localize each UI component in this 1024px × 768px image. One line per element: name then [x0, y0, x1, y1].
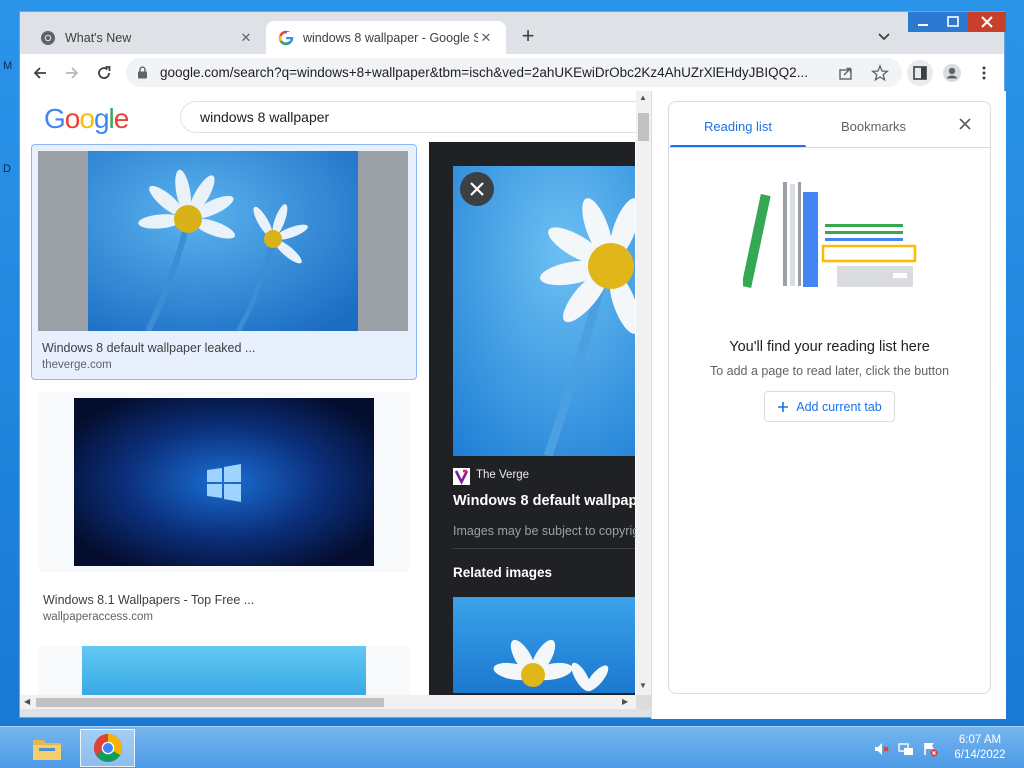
minimize-icon	[918, 24, 928, 26]
result-site[interactable]: wallpaperaccess.com	[43, 611, 153, 623]
desktop-icon-label[interactable]: D	[3, 163, 11, 175]
copyright-note: Images may be subject to copyright.	[453, 524, 651, 538]
star-icon[interactable]	[871, 64, 889, 82]
preview-source[interactable]: The Verge	[476, 469, 529, 481]
search-box[interactable]	[180, 101, 650, 133]
scrollbar-thumb[interactable]	[638, 113, 649, 141]
empty-state-heading: You'll find your reading list here	[729, 339, 930, 355]
google-header: Google	[20, 91, 650, 144]
side-panel: Reading list Bookmarks You'll find your …	[668, 101, 991, 694]
taskbar: 6:07 AM 6/14/2022	[0, 726, 1024, 768]
preview-image[interactable]	[453, 166, 635, 456]
profile-button[interactable]	[939, 60, 965, 86]
menu-button[interactable]	[971, 60, 997, 86]
plus-icon	[778, 401, 789, 412]
chrome-icon	[93, 734, 122, 762]
tab-google-search[interactable]: windows 8 wallpaper - Google Search ✕	[266, 21, 506, 54]
result-title[interactable]: Windows 8 default wallpaper leaked ...	[42, 341, 255, 355]
add-current-tab-label: Add current tab	[796, 399, 882, 414]
daisy-wallpaper-image	[88, 151, 358, 331]
vertical-scrollbar[interactable]: ▲ ▼	[636, 91, 651, 695]
action-center-icon[interactable]	[922, 741, 938, 757]
window-close-button[interactable]	[968, 12, 1006, 32]
result-thumbnail[interactable]	[74, 398, 374, 566]
image-result[interactable]	[39, 392, 409, 572]
scroll-up-icon[interactable]: ▲	[639, 93, 647, 102]
volume-muted-icon[interactable]	[873, 741, 889, 757]
arrow-right-icon	[66, 67, 79, 79]
minimize-button[interactable]	[908, 12, 938, 32]
back-button[interactable]	[27, 60, 53, 86]
result-title[interactable]: Windows 8.1 Wallpapers - Top Free ...	[43, 593, 254, 607]
side-panel-icon	[913, 66, 927, 80]
close-preview-button[interactable]	[460, 172, 494, 206]
page-content: Google windows 8 wallpaper Windows 8 def…	[20, 91, 651, 709]
clock-date: 6/14/2022	[954, 749, 1006, 761]
url-text[interactable]: google.com/search?q=windows+8+wallpaper&…	[160, 65, 828, 80]
tab-title: windows 8 wallpaper - Google Search	[303, 30, 478, 45]
close-tab-icon[interactable]: ✕	[238, 30, 254, 46]
google-logo[interactable]: Google	[44, 103, 129, 135]
empty-state-subtext: To add a page to read later, click the b…	[709, 364, 950, 378]
result-thumbnail[interactable]	[38, 151, 408, 331]
scroll-left-icon[interactable]: ◀	[24, 697, 30, 706]
the-verge-logo-icon	[453, 468, 470, 485]
result-site[interactable]: theverge.com	[42, 359, 112, 371]
scroll-down-icon[interactable]: ▼	[639, 681, 647, 690]
arrow-left-icon	[33, 67, 46, 79]
chevron-down-icon[interactable]	[876, 28, 892, 44]
forward-button[interactable]	[59, 60, 85, 86]
windows-logo-wallpaper-image	[74, 398, 374, 566]
tab-whats-new[interactable]: What's New ✕	[28, 21, 266, 54]
chrome-icon	[41, 30, 55, 45]
more-vertical-icon	[982, 66, 986, 80]
scrollbar-thumb[interactable]	[36, 698, 384, 707]
close-tab-icon[interactable]: ✕	[478, 30, 494, 46]
image-result[interactable]: Windows 8 default wallpaper leaked ... t…	[31, 144, 417, 380]
divider	[669, 147, 990, 148]
close-icon	[470, 182, 484, 196]
preview-title[interactable]: Windows 8 default wallpaper leaked	[453, 493, 651, 509]
related-image[interactable]	[453, 597, 635, 693]
tab-reading-list[interactable]: Reading list	[704, 119, 772, 134]
folder-icon	[32, 740, 61, 760]
divider	[453, 548, 635, 549]
add-current-tab-button[interactable]: Add current tab	[764, 391, 895, 422]
google-icon	[278, 30, 294, 45]
clock-time: 6:07 AM	[958, 734, 1002, 746]
image-preview-panel: The Verge Windows 8 default wallpaper le…	[429, 142, 651, 709]
lock-icon[interactable]	[137, 66, 148, 79]
maximize-icon	[947, 16, 959, 27]
tab-title: What's New	[65, 30, 132, 45]
avatar-icon	[943, 64, 961, 82]
address-bar[interactable]: google.com/search?q=windows+8+wallpaper&…	[126, 58, 902, 87]
taskbar-chrome[interactable]	[80, 729, 135, 767]
reload-icon	[98, 66, 111, 79]
reload-button[interactable]	[91, 60, 117, 86]
share-icon[interactable]	[837, 64, 855, 82]
browser-window: What's New ✕ windows 8 wallpaper - Googl…	[19, 11, 1006, 719]
reading-list-illustration-icon	[743, 182, 917, 289]
tab-bookmarks[interactable]: Bookmarks	[841, 119, 906, 134]
taskbar-file-explorer[interactable]	[19, 729, 74, 767]
side-panel-button[interactable]	[907, 60, 933, 86]
network-icon[interactable]	[898, 741, 914, 757]
desktop-icon-label[interactable]: M	[3, 60, 12, 72]
maximize-button[interactable]	[938, 12, 968, 32]
system-clock[interactable]: 6:07 AM 6/14/2022	[944, 733, 1016, 763]
tab-strip: What's New ✕ windows 8 wallpaper - Googl…	[20, 12, 1006, 54]
related-images-heading: Related images	[453, 565, 553, 580]
browser-toolbar: google.com/search?q=windows+8+wallpaper&…	[20, 54, 1004, 91]
scrollbar-corner	[636, 695, 651, 709]
search-input[interactable]	[200, 109, 620, 125]
close-icon	[981, 16, 993, 28]
close-side-panel-icon[interactable]	[957, 116, 973, 132]
scroll-right-icon[interactable]: ▶	[622, 697, 628, 706]
new-tab-button[interactable]: +	[516, 25, 540, 47]
horizontal-scrollbar[interactable]: ◀ ▶	[20, 695, 636, 709]
